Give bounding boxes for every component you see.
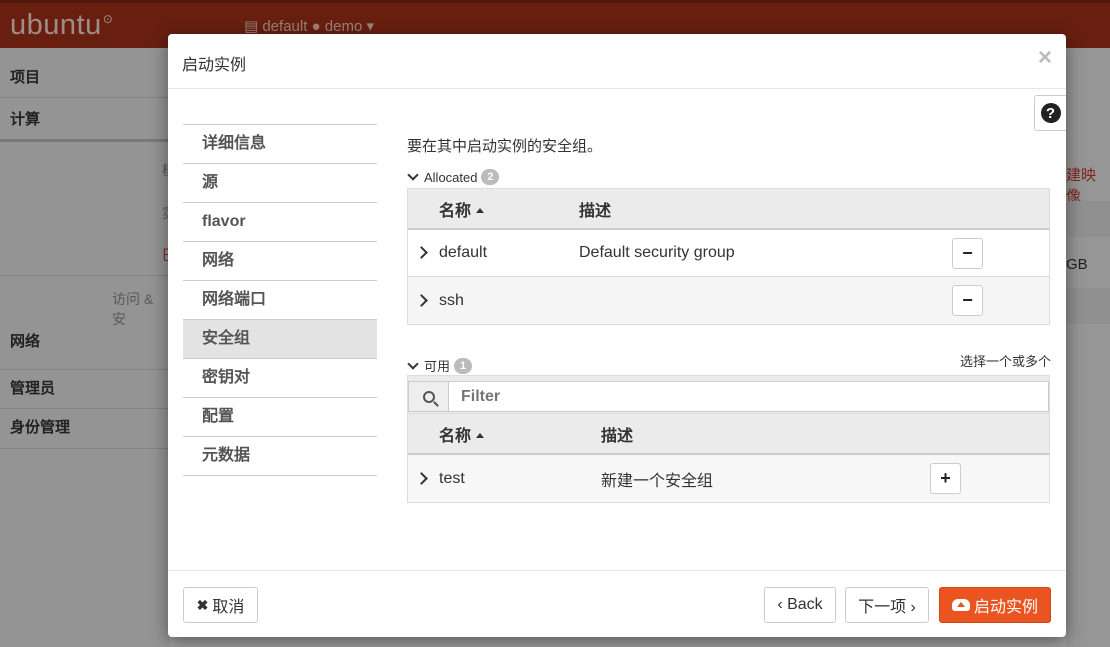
cloud-upload-icon: [951, 599, 970, 611]
chevron-down-icon: [407, 357, 419, 370]
row-name: default: [439, 244, 488, 261]
wizard-step-metadata[interactable]: 元数据: [183, 437, 377, 476]
cancel-button[interactable]: ✖ 取消: [183, 587, 258, 623]
table-row: ssh −: [408, 277, 1049, 324]
available-section-toggle[interactable]: 可用 1: [407, 356, 473, 375]
modal-title: 启动实例: [182, 57, 247, 74]
allocated-table: 名称 描述 default Default security group − s…: [407, 188, 1050, 325]
wizard-step-details[interactable]: 详细信息: [183, 125, 377, 164]
select-hint: 选择一个或多个: [960, 354, 1052, 369]
wizard-step-flavor[interactable]: flavor: [183, 203, 377, 242]
launch-instance-modal: 启动实例 × ? 详细信息 源 flavor 网络 网络端口 安全组 密钥对 配…: [168, 34, 1066, 637]
chevron-right-icon: [415, 246, 428, 259]
column-header-description: 描述: [601, 427, 634, 445]
expand-row-button[interactable]: [415, 470, 428, 488]
wizard-step-network[interactable]: 网络: [183, 242, 377, 281]
expand-row-button[interactable]: [415, 244, 428, 262]
filter-input[interactable]: [448, 381, 1049, 412]
filter-bar: [408, 376, 1049, 414]
row-description: Default security group: [579, 244, 735, 261]
search-icon-box: [408, 381, 448, 412]
launch-label: 启动实例: [973, 599, 1038, 616]
sort-by-name[interactable]: 名称: [439, 422, 485, 446]
step-description: 要在其中启动实例的安全组。: [407, 138, 603, 155]
table-header: 名称 描述: [408, 189, 1049, 230]
available-count-badge: 1: [454, 357, 473, 374]
wizard-step-source[interactable]: 源: [183, 164, 377, 203]
available-table: 名称 描述 test 新建一个安全组 +: [407, 375, 1050, 503]
wizard-step-configuration[interactable]: 配置: [183, 398, 377, 437]
allocated-section-toggle[interactable]: Allocated 2: [407, 169, 500, 185]
chevron-right-icon: [415, 471, 428, 485]
search-icon: [422, 390, 435, 403]
table-row: default Default security group −: [408, 230, 1049, 277]
row-name: ssh: [439, 291, 464, 309]
column-header-name: 名称: [439, 427, 472, 445]
wizard-nav: 详细信息 源 flavor 网络 网络端口 安全组 密钥对 配置 元数据: [183, 124, 377, 476]
chevron-down-icon: [407, 169, 419, 181]
row-name: test: [439, 469, 465, 487]
chevron-right-icon: [415, 293, 428, 307]
wizard-step-security-groups[interactable]: 安全组: [183, 320, 377, 359]
expand-row-button[interactable]: [415, 292, 428, 310]
column-header-name: 名称: [439, 202, 472, 220]
sort-asc-icon: [476, 207, 485, 213]
wizard-step-network-ports[interactable]: 网络端口: [183, 281, 377, 320]
sort-asc-icon: [476, 432, 485, 438]
cancel-label: 取消: [212, 599, 245, 616]
close-icon: ✖: [196, 596, 209, 613]
help-button[interactable]: ?: [1034, 95, 1066, 131]
remove-button[interactable]: −: [952, 238, 983, 269]
wizard-step-key-pair[interactable]: 密钥对: [183, 359, 377, 398]
row-description: 新建一个安全组: [601, 472, 714, 490]
next-button[interactable]: 下一项 ›: [845, 587, 929, 623]
allocated-label: Allocated: [424, 169, 478, 185]
remove-button[interactable]: −: [952, 285, 983, 316]
column-header-description: 描述: [579, 202, 612, 220]
add-button[interactable]: +: [930, 463, 961, 494]
launch-instance-button[interactable]: 启动实例: [939, 587, 1051, 623]
question-icon: ?: [1040, 103, 1061, 123]
sort-by-name[interactable]: 名称: [439, 197, 485, 221]
close-button[interactable]: ×: [1038, 46, 1052, 70]
allocated-count-badge: 2: [481, 169, 500, 185]
back-button[interactable]: ‹ Back: [764, 587, 836, 623]
modal-header: 启动实例 ×: [168, 34, 1066, 89]
table-header: 名称 描述: [408, 414, 1049, 455]
table-row: test 新建一个安全组 +: [408, 455, 1049, 502]
modal-footer: ✖ 取消 ‹ Back 下一项 › 启动实例: [168, 570, 1066, 637]
available-label: 可用: [424, 359, 451, 374]
